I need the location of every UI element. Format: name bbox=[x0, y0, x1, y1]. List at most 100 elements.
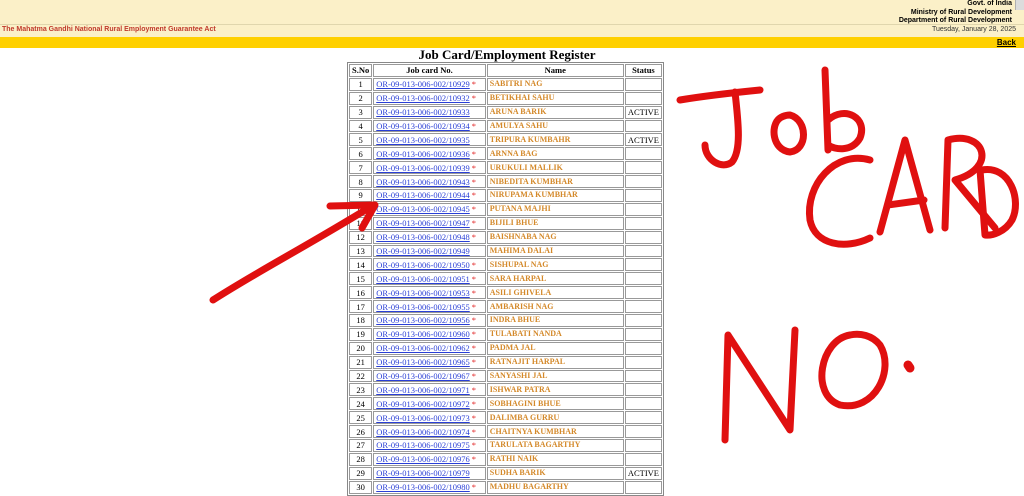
annotation-letter-n bbox=[721, 326, 799, 444]
jobcard-number[interactable]: OR-09-013-006-002/10947 bbox=[376, 218, 470, 228]
row-sno: 19 bbox=[349, 327, 373, 341]
row-status bbox=[624, 272, 662, 286]
row-status bbox=[624, 397, 662, 411]
row-jobcard-link[interactable]: OR-09-013-006-002/10974 * bbox=[373, 425, 486, 439]
row-jobcard-link[interactable]: OR-09-013-006-002/10932 * bbox=[373, 91, 486, 105]
jobcard-number[interactable]: OR-09-013-006-002/10967 bbox=[376, 371, 470, 381]
row-status bbox=[624, 161, 662, 175]
row-jobcard-link[interactable]: OR-09-013-006-002/10951 * bbox=[373, 272, 486, 286]
row-sno: 18 bbox=[349, 314, 373, 327]
jobcard-number[interactable]: OR-09-013-006-002/10948 bbox=[376, 232, 470, 242]
row-name: RATHI NAIK bbox=[486, 452, 624, 466]
row-jobcard-link[interactable]: OR-09-013-006-002/10939 * bbox=[373, 161, 486, 175]
col-jobcard-header: Job card No. bbox=[373, 64, 486, 77]
jobcard-number[interactable]: OR-09-013-006-002/10980 bbox=[376, 482, 470, 492]
row-jobcard-link[interactable]: OR-09-013-006-002/10953 * bbox=[373, 286, 486, 300]
row-status bbox=[624, 216, 662, 230]
row-jobcard-link[interactable]: OR-09-013-006-002/10944 * bbox=[373, 189, 486, 202]
jobcard-number[interactable]: OR-09-013-006-002/10971 bbox=[376, 385, 470, 395]
jobcard-number[interactable]: OR-09-013-006-002/10929 bbox=[376, 79, 470, 89]
jobcard-number[interactable]: OR-09-013-006-002/10939 bbox=[376, 163, 470, 173]
table-row: 23 OR-09-013-006-002/10971 * ISHWAR PATRA bbox=[349, 383, 662, 397]
row-jobcard-link[interactable]: OR-09-013-006-002/10943 * bbox=[373, 175, 486, 189]
table-row: 4 OR-09-013-006-002/10934 * AMULYA SAHU bbox=[349, 119, 662, 133]
asterisk-marker: * bbox=[471, 232, 476, 243]
row-jobcard-link[interactable]: OR-09-013-006-002/10933 bbox=[373, 105, 486, 119]
row-jobcard-link[interactable]: OR-09-013-006-002/10971 * bbox=[373, 383, 486, 397]
asterisk-marker: * bbox=[471, 148, 476, 159]
asterisk-marker: * bbox=[471, 301, 476, 312]
jobcard-number[interactable]: OR-09-013-006-002/10960 bbox=[376, 329, 470, 339]
row-name: TRIPURA KUMBAHR bbox=[486, 133, 624, 147]
act-bar: The Mahatma Gandhi National Rural Employ… bbox=[0, 24, 1024, 37]
row-jobcard-link[interactable]: OR-09-013-006-002/10960 * bbox=[373, 327, 486, 341]
jobcard-number[interactable]: OR-09-013-006-002/10936 bbox=[376, 149, 470, 159]
jobcard-number[interactable]: OR-09-013-006-002/10976 bbox=[376, 454, 470, 464]
row-sno: 4 bbox=[349, 119, 373, 133]
jobcard-number[interactable]: OR-09-013-006-002/10935 bbox=[376, 135, 470, 145]
row-name: RATNAJIT HARPAL bbox=[486, 355, 624, 369]
jobcard-number[interactable]: OR-09-013-006-002/10950 bbox=[376, 260, 470, 270]
annotation-letter-b bbox=[821, 66, 866, 154]
jobcard-number[interactable]: OR-09-013-006-002/10943 bbox=[376, 177, 470, 187]
jobcard-number[interactable]: OR-09-013-006-002/10949 bbox=[376, 246, 470, 256]
jobcard-number[interactable]: OR-09-013-006-002/10962 bbox=[376, 343, 470, 353]
jobcard-number[interactable]: OR-09-013-006-002/10973 bbox=[376, 413, 470, 423]
row-jobcard-link[interactable]: OR-09-013-006-002/10956 * bbox=[373, 314, 486, 327]
jobcard-number[interactable]: OR-09-013-006-002/10945 bbox=[376, 204, 470, 214]
row-jobcard-link[interactable]: OR-09-013-006-002/10979 bbox=[373, 466, 486, 480]
jobcard-number[interactable]: OR-09-013-006-002/10979 bbox=[376, 468, 470, 478]
row-sno: 21 bbox=[349, 355, 373, 369]
jobcard-number[interactable]: OR-09-013-006-002/10932 bbox=[376, 93, 470, 103]
table-row: 30 OR-09-013-006-002/10980 * MADHU BAGARTHY bbox=[349, 480, 662, 494]
ministry-line: Ministry of Rural Development bbox=[910, 8, 1012, 16]
row-name: TARULATA BAGARTHY bbox=[486, 439, 624, 452]
jobcard-number[interactable]: OR-09-013-006-002/10955 bbox=[376, 302, 470, 312]
row-jobcard-link[interactable]: OR-09-013-006-002/10935 bbox=[373, 133, 486, 147]
row-name: TULABATI NANDA bbox=[486, 327, 624, 341]
row-jobcard-link[interactable]: OR-09-013-006-002/10934 * bbox=[373, 119, 486, 133]
row-jobcard-link[interactable]: OR-09-013-006-002/10980 * bbox=[373, 480, 486, 494]
table-row: 20 OR-09-013-006-002/10962 * PADMA JAL bbox=[349, 341, 662, 355]
row-jobcard-link[interactable]: OR-09-013-006-002/10967 * bbox=[373, 369, 486, 383]
row-jobcard-link[interactable]: OR-09-013-006-002/10972 * bbox=[373, 397, 486, 411]
jobcard-number[interactable]: OR-09-013-006-002/10944 bbox=[376, 190, 470, 200]
jobcard-number[interactable]: OR-09-013-006-002/10975 bbox=[376, 440, 470, 450]
annotation-period bbox=[903, 360, 915, 373]
row-status bbox=[624, 189, 662, 202]
annotation-letter-j bbox=[676, 86, 764, 169]
scrollbar-thumb[interactable] bbox=[1015, 0, 1024, 10]
row-jobcard-link[interactable]: OR-09-013-006-002/10936 * bbox=[373, 147, 486, 161]
row-status: ACTIVE bbox=[624, 133, 662, 147]
jobcard-number[interactable]: OR-09-013-006-002/10956 bbox=[376, 315, 470, 325]
row-jobcard-link[interactable]: OR-09-013-006-002/10948 * bbox=[373, 230, 486, 244]
asterisk-marker: * bbox=[471, 190, 476, 201]
row-jobcard-link[interactable]: OR-09-013-006-002/10973 * bbox=[373, 411, 486, 425]
row-sno: 7 bbox=[349, 161, 373, 175]
row-jobcard-link[interactable]: OR-09-013-006-002/10947 * bbox=[373, 216, 486, 230]
jobcard-number[interactable]: OR-09-013-006-002/10953 bbox=[376, 288, 470, 298]
row-jobcard-link[interactable]: OR-09-013-006-002/10962 * bbox=[373, 341, 486, 355]
row-jobcard-link[interactable]: OR-09-013-006-002/10965 * bbox=[373, 355, 486, 369]
row-jobcard-link[interactable]: OR-09-013-006-002/10955 * bbox=[373, 300, 486, 314]
annotation-letter-a bbox=[876, 136, 934, 236]
row-name: BAISHNABA NAG bbox=[486, 230, 624, 244]
jobcard-number[interactable]: OR-09-013-006-002/10965 bbox=[376, 357, 470, 367]
row-jobcard-link[interactable]: OR-09-013-006-002/10975 * bbox=[373, 439, 486, 452]
row-name: SUDHA BARIK bbox=[486, 466, 624, 480]
row-jobcard-link[interactable]: OR-09-013-006-002/10929 * bbox=[373, 77, 486, 91]
row-name: AMBARISH NAG bbox=[486, 300, 624, 314]
jobcard-number[interactable]: OR-09-013-006-002/10972 bbox=[376, 399, 470, 409]
jobcard-number[interactable]: OR-09-013-006-002/10974 bbox=[376, 427, 470, 437]
row-name: SABITRI NAG bbox=[486, 77, 624, 91]
row-jobcard-link[interactable]: OR-09-013-006-002/10949 bbox=[373, 244, 486, 258]
jobcard-number[interactable]: OR-09-013-006-002/10933 bbox=[376, 107, 470, 117]
jobcard-number[interactable]: OR-09-013-006-002/10951 bbox=[376, 274, 470, 284]
row-jobcard-link[interactable]: OR-09-013-006-002/10950 * bbox=[373, 258, 486, 272]
row-jobcard-link[interactable]: OR-09-013-006-002/10945 * bbox=[373, 202, 486, 216]
table-row: 29 OR-09-013-006-002/10979 SUDHA BARIK ACTI… bbox=[349, 466, 662, 480]
row-status bbox=[624, 341, 662, 355]
back-link[interactable]: Back bbox=[997, 38, 1016, 47]
row-jobcard-link[interactable]: OR-09-013-006-002/10976 * bbox=[373, 452, 486, 466]
jobcard-number[interactable]: OR-09-013-006-002/10934 bbox=[376, 121, 470, 131]
